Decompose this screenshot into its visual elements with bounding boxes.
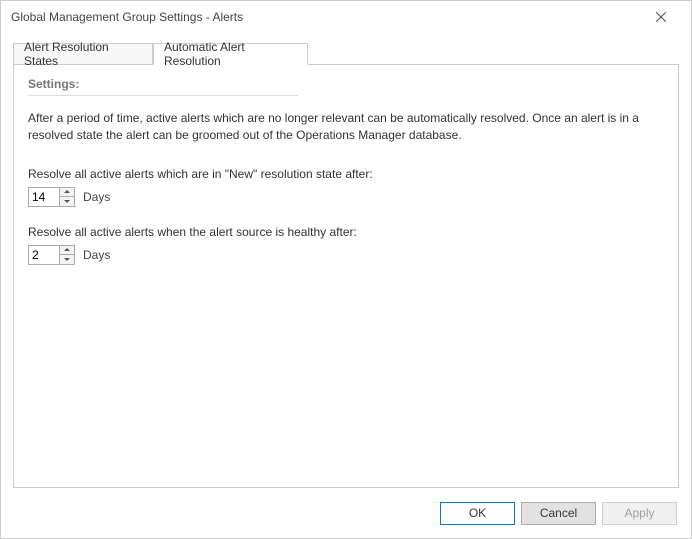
- new-state-spinner: [28, 187, 75, 207]
- tab-automatic-alert-resolution[interactable]: Automatic Alert Resolution: [153, 43, 308, 65]
- chevron-down-icon: [64, 258, 70, 261]
- titlebar: Global Management Group Settings - Alert…: [1, 1, 691, 33]
- dialog-window: Global Management Group Settings - Alert…: [0, 0, 692, 539]
- settings-header: Settings:: [28, 77, 664, 91]
- close-button[interactable]: [641, 2, 681, 32]
- spin-up-button[interactable]: [60, 246, 74, 255]
- window-title: Global Management Group Settings - Alert…: [11, 10, 243, 24]
- settings-description: After a period of time, active alerts wh…: [28, 110, 648, 145]
- ok-button[interactable]: OK: [440, 502, 515, 525]
- new-state-days-input[interactable]: [29, 188, 59, 206]
- tab-strip: Alert Resolution States Automatic Alert …: [13, 39, 679, 65]
- dialog-footer: OK Cancel Apply: [1, 488, 691, 538]
- spin-buttons: [59, 188, 74, 206]
- settings-divider: [28, 95, 298, 96]
- spin-buttons: [59, 246, 74, 264]
- cancel-button[interactable]: Cancel: [521, 502, 596, 525]
- chevron-up-icon: [64, 248, 70, 251]
- chevron-down-icon: [64, 200, 70, 203]
- healthy-label: Resolve all active alerts when the alert…: [28, 225, 664, 239]
- settings-panel: Settings: After a period of time, active…: [13, 65, 679, 488]
- spin-up-button[interactable]: [60, 188, 74, 197]
- healthy-unit: Days: [83, 248, 110, 262]
- close-icon: [656, 12, 666, 22]
- spin-down-button[interactable]: [60, 197, 74, 206]
- new-state-unit: Days: [83, 190, 110, 204]
- apply-button[interactable]: Apply: [602, 502, 677, 525]
- tab-label: Automatic Alert Resolution: [164, 40, 297, 68]
- new-state-row: Days: [28, 187, 664, 207]
- spin-down-button[interactable]: [60, 255, 74, 264]
- healthy-days-input[interactable]: [29, 246, 59, 264]
- tab-label: Alert Resolution States: [24, 40, 142, 68]
- tab-alert-resolution-states[interactable]: Alert Resolution States: [13, 43, 153, 65]
- healthy-row: Days: [28, 245, 664, 265]
- healthy-spinner: [28, 245, 75, 265]
- client-area: Alert Resolution States Automatic Alert …: [1, 33, 691, 538]
- new-state-label: Resolve all active alerts which are in "…: [28, 167, 664, 181]
- chevron-up-icon: [64, 190, 70, 193]
